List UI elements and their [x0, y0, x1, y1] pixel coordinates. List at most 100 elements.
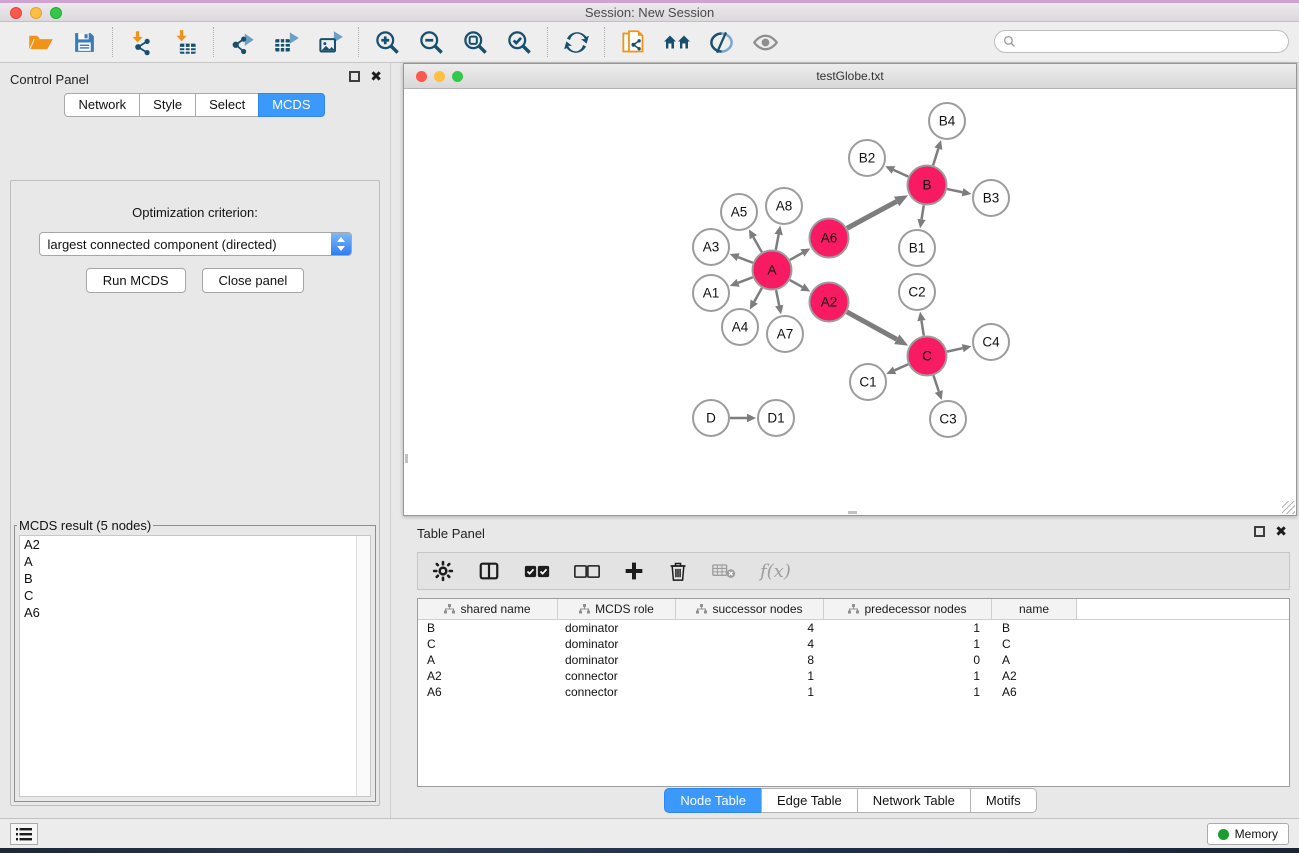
node-table[interactable]: shared nameMCDS rolesuccessor nodesprede…	[417, 598, 1290, 787]
cell[interactable]: 1	[824, 669, 992, 683]
cell[interactable]: 1	[676, 685, 824, 699]
cell[interactable]: A	[418, 653, 558, 667]
column-header-shared-name[interactable]: shared name	[418, 599, 558, 619]
table-row[interactable]: Bdominator41B	[418, 620, 1289, 636]
tab-select[interactable]: Select	[195, 93, 259, 117]
close-panel-icon[interactable]: ✖	[370, 71, 382, 82]
cell[interactable]: A6	[992, 685, 1077, 699]
first-neighbors-icon[interactable]	[663, 28, 691, 56]
edge-C-C2[interactable]	[921, 321, 923, 336]
graph-node-A5[interactable]: A5	[721, 194, 757, 230]
cell[interactable]: 1	[824, 637, 992, 651]
graph-node-B3[interactable]: B3	[973, 180, 1009, 216]
memory-button[interactable]: Memory	[1207, 823, 1289, 845]
cell[interactable]: A2	[418, 669, 558, 683]
export-table-icon[interactable]	[272, 28, 300, 56]
cell[interactable]: C	[992, 637, 1077, 651]
cell[interactable]: 8	[676, 653, 824, 667]
cell[interactable]: 4	[676, 621, 824, 635]
network-window-titlebar[interactable]: testGlobe.txt	[404, 64, 1296, 89]
graph-node-A2[interactable]: A2	[810, 283, 849, 322]
column-header-MCDS-role[interactable]: MCDS role	[558, 599, 676, 619]
cell[interactable]: dominator	[558, 621, 676, 635]
network-canvas[interactable]: B4B2BB3A5A8A6A3AB1A1C2A4A7A2C4CC1C3DD1	[404, 89, 1296, 515]
export-image-icon[interactable]	[316, 28, 344, 56]
cell[interactable]: 1	[676, 669, 824, 683]
export-network-icon[interactable]	[228, 28, 256, 56]
edge-A-A3[interactable]	[738, 257, 753, 263]
search-box[interactable]	[994, 30, 1289, 53]
graph-node-D[interactable]: D	[693, 400, 729, 436]
table-float-panel-icon[interactable]	[1254, 526, 1265, 537]
delete-column-icon[interactable]	[668, 560, 688, 582]
zoom-fit-icon[interactable]	[461, 28, 489, 56]
cell[interactable]: 4	[676, 637, 824, 651]
graph-node-C[interactable]: C	[908, 337, 947, 376]
graph-node-A8[interactable]: A8	[766, 188, 802, 224]
cell[interactable]: C	[418, 637, 558, 651]
edge-A2-C[interactable]	[847, 312, 897, 339]
criterion-select[interactable]: largest connected component (directed)	[39, 232, 352, 256]
tab-style[interactable]: Style	[139, 93, 196, 117]
cell[interactable]: dominator	[558, 653, 676, 667]
graph-node-C1[interactable]: C1	[850, 364, 886, 400]
vertical-scroll-stub[interactable]	[405, 454, 408, 463]
graph-node-A1[interactable]: A1	[693, 275, 729, 311]
deselect-all-columns-icon[interactable]	[574, 564, 600, 579]
table-close-panel-icon[interactable]: ✖	[1275, 526, 1287, 537]
cell[interactable]: dominator	[558, 637, 676, 651]
graph-node-C3[interactable]: C3	[930, 401, 966, 437]
cell[interactable]: 1	[824, 685, 992, 699]
graph-node-B[interactable]: B	[908, 166, 947, 205]
graph-node-A3[interactable]: A3	[693, 229, 729, 265]
mcds-result-list[interactable]: A2ABCA6	[19, 535, 371, 797]
edge-A-A5[interactable]	[753, 237, 762, 252]
result-item[interactable]: B	[20, 570, 370, 587]
edge-A-A1[interactable]	[738, 277, 753, 283]
column-header-successor-nodes[interactable]: successor nodes	[676, 599, 824, 619]
edge-A-A8[interactable]	[776, 235, 779, 250]
tab-mcds[interactable]: MCDS	[258, 93, 324, 117]
result-item[interactable]: A	[20, 553, 370, 570]
edge-C-C1[interactable]	[895, 364, 909, 370]
tab-edge-table[interactable]: Edge Table	[761, 788, 858, 813]
cell[interactable]: 0	[824, 653, 992, 667]
select-all-columns-icon[interactable]	[524, 564, 550, 579]
refresh-icon[interactable]	[562, 28, 590, 56]
tab-motifs[interactable]: Motifs	[970, 788, 1037, 813]
result-item[interactable]: C	[20, 587, 370, 604]
edge-A-A2[interactable]	[790, 280, 803, 287]
graph-node-C2[interactable]: C2	[899, 274, 935, 310]
table-row[interactable]: A2connector11A2	[418, 668, 1289, 684]
resize-grip[interactable]	[1282, 501, 1295, 514]
zoom-selected-icon[interactable]	[505, 28, 533, 56]
edge-A6-B[interactable]	[847, 201, 897, 228]
edge-B-B3[interactable]	[947, 189, 962, 192]
graph-node-B1[interactable]: B1	[899, 230, 935, 266]
edge-B-B2[interactable]	[893, 170, 908, 177]
edge-A-A6[interactable]	[790, 253, 803, 260]
cell[interactable]: connector	[558, 685, 676, 699]
graph-node-B2[interactable]: B2	[849, 140, 885, 176]
zoom-in-icon[interactable]	[373, 28, 401, 56]
cell[interactable]: B	[992, 621, 1077, 635]
graph-node-B4[interactable]: B4	[929, 103, 965, 139]
tab-network-table[interactable]: Network Table	[857, 788, 971, 813]
table-row[interactable]: Adominator80A	[418, 652, 1289, 668]
column-view-icon[interactable]	[478, 560, 500, 582]
cell[interactable]: A6	[418, 685, 558, 699]
tab-node-table[interactable]: Node Table	[664, 788, 762, 813]
result-item[interactable]: A2	[20, 536, 370, 553]
cell[interactable]: connector	[558, 669, 676, 683]
cell[interactable]: B	[418, 621, 558, 635]
cell[interactable]: A2	[992, 669, 1077, 683]
horizontal-scroll-stub[interactable]	[848, 511, 857, 514]
result-item[interactable]: A6	[20, 604, 370, 621]
graph-node-D1[interactable]: D1	[758, 400, 794, 436]
open-folder-icon[interactable]	[26, 28, 54, 56]
graphics-details-icon[interactable]	[707, 28, 735, 56]
float-panel-icon[interactable]	[349, 71, 360, 82]
result-scrollbar[interactable]	[356, 536, 370, 796]
edge-A-A7[interactable]	[776, 290, 779, 305]
graph-node-A4[interactable]: A4	[722, 309, 758, 345]
